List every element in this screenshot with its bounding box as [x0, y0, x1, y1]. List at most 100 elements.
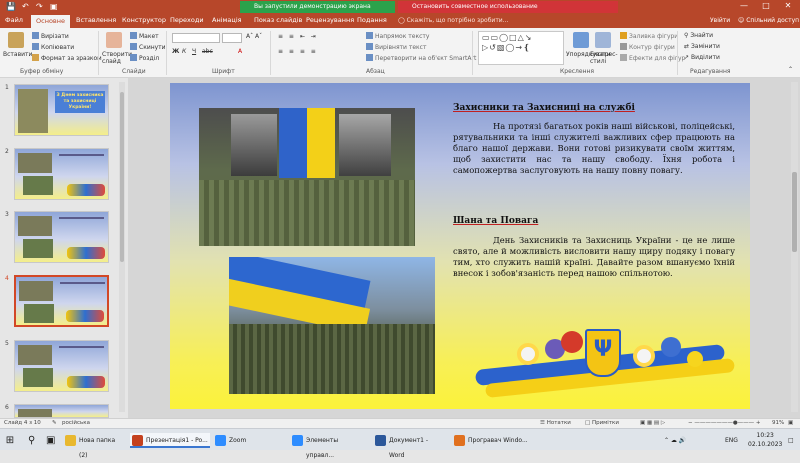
thumb-photo: [18, 409, 52, 417]
quick-styles-button[interactable]: Експрес-стилі: [590, 51, 620, 65]
search-icon[interactable]: ⚲: [28, 433, 35, 448]
font-grow-shrink[interactable]: Aˆ Aˇ: [246, 33, 262, 40]
replace-icon: ⇄: [684, 43, 690, 50]
tab-insert[interactable]: Вставлення: [76, 16, 116, 24]
new-slide-icon[interactable]: [106, 32, 122, 48]
slide-thumbnail-4[interactable]: [14, 275, 109, 327]
comments-button[interactable]: □ Примітки: [585, 420, 619, 426]
format-painter-button[interactable]: Формат за зразком: [32, 54, 102, 62]
quick-styles-icon[interactable]: [595, 32, 611, 48]
view-buttons[interactable]: ▣ ▦ ▤ ▷: [640, 420, 665, 426]
taskbar-item-explorer[interactable]: Нова папка (2): [63, 433, 125, 459]
tab-animation[interactable]: Анімація: [212, 16, 242, 24]
language-indicator[interactable]: російська: [62, 420, 90, 426]
present-icon[interactable]: ▣: [50, 2, 58, 11]
tab-file[interactable]: Файл: [5, 16, 23, 24]
slide-scrollbar[interactable]: [791, 82, 798, 412]
slide-thumbnail-2[interactable]: [14, 148, 109, 200]
zoom-level[interactable]: 91%: [772, 420, 784, 426]
undo-icon[interactable]: ↶: [22, 2, 29, 11]
convert-smartart-button[interactable]: Перетворити на об'єкт SmartArt: [366, 54, 476, 62]
photo-soldiers-with-portraits[interactable]: [199, 108, 415, 246]
select-button[interactable]: ↗ Виділити: [684, 54, 720, 61]
clipboard-group-label: Буфер обміну: [20, 68, 64, 75]
clock[interactable]: 10:23 02.10.2023: [748, 431, 782, 449]
divider: [166, 31, 167, 75]
align-text-button[interactable]: Вирівняти текст: [366, 43, 426, 51]
slide-thumbnail-1[interactable]: З Днем захисника та захисниці України!: [14, 84, 109, 136]
find-button[interactable]: ⚲ Знайти: [684, 32, 713, 39]
shape-effects-button[interactable]: Ефекти для фігур: [620, 54, 685, 62]
spellcheck-icon[interactable]: ✎: [52, 420, 57, 426]
collapse-ribbon-icon[interactable]: ⌃: [788, 66, 793, 73]
font-size-field[interactable]: [222, 33, 242, 43]
heading-defenders-on-duty[interactable]: Захисники та Захисниці на службі: [453, 103, 635, 113]
flowers-trident-decoration[interactable]: Ψ: [465, 323, 750, 409]
maximize-button[interactable]: □: [757, 1, 775, 10]
taskbar-item-word[interactable]: Документ1 - Word: [373, 433, 445, 459]
new-slide-button[interactable]: Створити слайд: [102, 51, 132, 65]
current-slide[interactable]: Захисники та Захисниці на службі На прот…: [170, 83, 750, 409]
section-button[interactable]: Розділ: [130, 54, 159, 62]
strikethrough-button[interactable]: abc: [202, 48, 213, 55]
scrollbar-thumb[interactable]: [792, 172, 797, 252]
zoom-slider[interactable]: − ———————●——— +: [688, 420, 761, 426]
text-direction-button[interactable]: Напрямок тексту: [366, 32, 429, 40]
tab-home[interactable]: Основне: [31, 15, 70, 28]
thumbnails-scrollbar[interactable]: [119, 82, 125, 412]
taskbar-item-control-panel[interactable]: Элементы управл...: [290, 433, 368, 459]
tell-me-search[interactable]: ◯ Скажіть, що потрібно зробити...: [398, 17, 508, 24]
sign-in-link[interactable]: Увійти: [710, 17, 730, 24]
scrollbar-thumb[interactable]: [120, 92, 124, 262]
paste-icon[interactable]: [8, 32, 24, 48]
close-button[interactable]: ✕: [779, 1, 797, 10]
list-buttons[interactable]: ≡ ≡ ⇤ ⇥: [278, 33, 318, 40]
task-view-icon[interactable]: ▣: [46, 433, 55, 448]
share-button[interactable]: ☺ Спільний доступ: [738, 17, 799, 24]
cut-button[interactable]: Вирізати: [32, 32, 69, 40]
tell-me-text: Скажіть, що потрібно зробити...: [406, 17, 509, 24]
align-buttons[interactable]: ≡ ≡ ≡ ≡: [278, 48, 318, 55]
slide-thumbnail-3[interactable]: [14, 211, 109, 263]
heading-honor-respect[interactable]: Шана та Повага: [453, 216, 538, 226]
fit-slide-icon[interactable]: ▣: [788, 420, 793, 426]
input-language[interactable]: ENG: [725, 433, 738, 448]
redo-icon[interactable]: ↷: [36, 2, 43, 11]
arrange-icon[interactable]: [573, 32, 589, 48]
font-name-field[interactable]: [172, 33, 220, 43]
slide-thumbnail-5[interactable]: [14, 340, 109, 392]
tab-design[interactable]: Конструктор: [122, 16, 166, 24]
notes-button[interactable]: ☰ Нотатки: [540, 420, 571, 426]
tab-transitions[interactable]: Переходи: [170, 16, 204, 24]
stop-sharing-button[interactable]: Остановить совместное использование: [398, 1, 618, 13]
save-icon[interactable]: 💾: [6, 2, 16, 11]
paste-button[interactable]: Вставити: [3, 51, 32, 58]
reset-button[interactable]: Скинути: [130, 43, 166, 51]
tray-icons[interactable]: ⌃ ☁ 🔊: [664, 433, 686, 448]
layout-button[interactable]: Макет: [130, 32, 159, 40]
shape-outline-button[interactable]: Контур фігури: [620, 43, 675, 51]
shape-fill-button[interactable]: Заливка фігури: [620, 32, 678, 40]
taskbar-item-media-player[interactable]: Програвач Windo...: [452, 433, 532, 448]
replace-button[interactable]: ⇄ Замінити: [684, 43, 720, 50]
shapes-gallery[interactable]: ▭▭◯□△↘ ▷↺▧◯→❴: [478, 31, 564, 65]
tab-view[interactable]: Подання: [357, 16, 387, 24]
minimize-button[interactable]: —: [735, 1, 753, 10]
font-color-button[interactable]: A: [238, 48, 242, 55]
paragraph-honor[interactable]: День Захисників та Захисниць України - ц…: [453, 235, 735, 279]
taskbar-item-powerpoint[interactable]: Презентація1 - Po...: [130, 433, 210, 448]
paragraph-defenders[interactable]: На протязі багатьох років наші військові…: [453, 121, 735, 176]
start-button[interactable]: ⊞: [2, 433, 18, 448]
notifications-icon[interactable]: □: [788, 433, 794, 448]
bold-button[interactable]: Ж: [172, 48, 179, 55]
copy-button[interactable]: Копіювати: [32, 43, 74, 51]
photo-military-parade[interactable]: [229, 257, 435, 394]
tab-review[interactable]: Рецензування: [306, 16, 354, 24]
slide-thumbnail-6[interactable]: [14, 404, 109, 418]
italic-button[interactable]: К: [182, 48, 186, 55]
tab-slideshow[interactable]: Показ слайдів: [254, 16, 302, 24]
screen-share-banner[interactable]: Вы запустили демонстрацию экрана: [240, 1, 395, 13]
taskbar-item-zoom[interactable]: Zoom: [213, 433, 246, 448]
underline-button[interactable]: Ч: [192, 48, 196, 55]
align-text-label: Вирівняти текст: [375, 44, 427, 51]
